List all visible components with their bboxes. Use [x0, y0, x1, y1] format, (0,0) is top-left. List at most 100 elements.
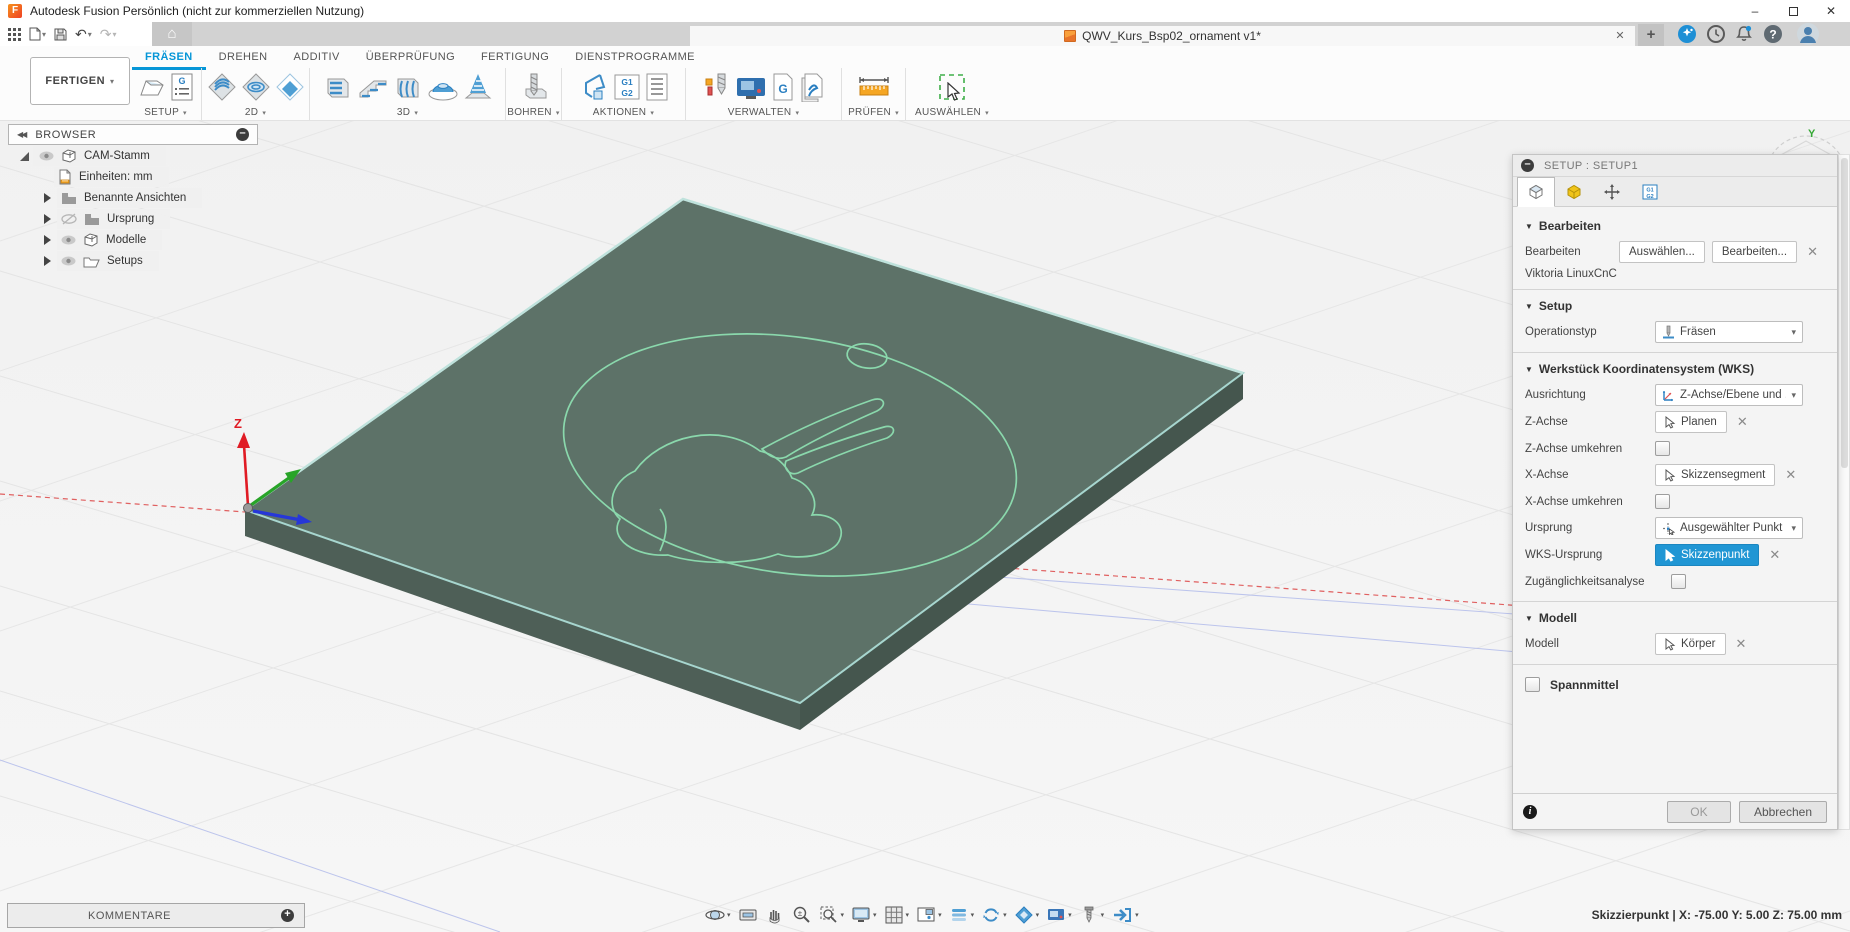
visibility-eye-icon[interactable]	[61, 256, 76, 266]
look-at-button[interactable]	[736, 905, 760, 925]
collapsed-caret-icon[interactable]	[44, 256, 51, 266]
pan-button[interactable]	[763, 905, 787, 925]
group-pruefen-label[interactable]: PRÜFEN ▾	[848, 107, 899, 120]
2d-pocket-icon[interactable]	[240, 71, 272, 103]
user-avatar[interactable]	[1796, 22, 1816, 42]
minimize-button[interactable]: –	[1736, 0, 1774, 22]
tree-item-modelle[interactable]: Modelle	[8, 230, 258, 250]
dialog-scrollbar-thumb[interactable]	[1841, 158, 1848, 468]
tab-drehen[interactable]: DREHEN	[206, 48, 281, 70]
auswaehlen-button[interactable]: Auswählen...	[1619, 241, 1705, 263]
3d-adaptive-icon[interactable]	[322, 71, 354, 103]
orbit-button[interactable]: ▾	[703, 905, 733, 925]
browser-minus-icon[interactable]: –	[236, 128, 249, 141]
clear-selection-icon[interactable]: ✕	[1785, 467, 1796, 483]
browser-header[interactable]: ◀◀ BROWSER –	[8, 124, 258, 145]
tree-item-ursprung[interactable]: Ursprung	[8, 209, 258, 229]
3d-parallel-icon[interactable]	[392, 71, 424, 103]
document-tab-close-button[interactable]: ✕	[1608, 26, 1632, 46]
section-analysis-button[interactable]: ▾	[1012, 905, 1042, 925]
expanded-caret-icon[interactable]	[20, 152, 29, 161]
group-verwalten-label[interactable]: VERWALTEN ▾	[728, 107, 800, 120]
messen-ruler-icon[interactable]	[856, 72, 892, 102]
new-document-tab-button[interactable]: +	[1638, 24, 1664, 46]
bohren-drill-icon[interactable]	[518, 71, 550, 103]
group-bohren-label[interactable]: BOHREN ▾	[507, 107, 560, 120]
visibility-off-eye-icon[interactable]	[61, 213, 77, 225]
tab-setup[interactable]	[1517, 177, 1555, 207]
2d-contour-icon[interactable]	[274, 71, 306, 103]
tab-dienstprogramme[interactable]: DIENSTPROGRAMME	[562, 48, 708, 70]
section-bearbeiten[interactable]: ▼ Bearbeiten	[1525, 219, 1825, 233]
visibility-eye-icon[interactable]	[61, 235, 76, 245]
help-button[interactable]: ?	[1763, 24, 1783, 44]
section-modell[interactable]: ▼ Modell	[1525, 611, 1825, 625]
zoom-window-button[interactable]: ▾	[817, 905, 847, 925]
refresh-button[interactable]: ▾	[979, 905, 1009, 925]
x-umkehren-checkbox[interactable]	[1655, 494, 1670, 509]
postprocess-g1g2-icon[interactable]: G1G2	[612, 72, 642, 102]
3d-scallop-icon[interactable]	[426, 71, 460, 103]
operationstyp-select[interactable]: Fräsen ▾	[1655, 321, 1803, 343]
clear-selection-icon[interactable]: ✕	[1736, 636, 1747, 652]
modell-button[interactable]: Körper	[1655, 633, 1726, 655]
redo-button[interactable]: ↷ ▾	[98, 22, 119, 46]
tab-fertigung[interactable]: FERTIGUNG	[468, 48, 562, 70]
post-library-icon[interactable]: G	[770, 72, 796, 102]
ok-button[interactable]: OK	[1667, 801, 1731, 823]
job-status-clock-button[interactable]	[1706, 24, 1726, 44]
new-setup-icon[interactable]	[137, 72, 167, 102]
template-library-icon[interactable]	[798, 72, 826, 102]
grid-snap-button[interactable]: ▾	[882, 905, 912, 925]
zugaenglichkeit-checkbox[interactable]	[1671, 574, 1686, 589]
tab-ueberpruefung[interactable]: ÜBERPRÜFUNG	[353, 48, 468, 70]
simulate-icon[interactable]	[578, 71, 610, 103]
notifications-bell-button[interactable]	[1734, 24, 1754, 44]
clear-selection-icon[interactable]: ✕	[1769, 547, 1780, 563]
save-button[interactable]	[52, 22, 69, 46]
tab-post[interactable]: G1G2	[1631, 177, 1669, 207]
tree-item-einheiten[interactable]: Einheiten: mm	[8, 167, 258, 187]
tab-fraesen[interactable]: FRÄSEN	[132, 48, 206, 70]
workspace-switcher-fertigen[interactable]: FERTIGEN ▾	[30, 57, 130, 105]
group-3d-label[interactable]: 3D ▾	[397, 107, 418, 120]
group-aktionen-label[interactable]: AKTIONEN ▾	[593, 107, 654, 120]
visibility-eye-icon[interactable]	[39, 151, 54, 161]
group-setup-label[interactable]: SETUP ▾	[144, 107, 187, 120]
comments-bar[interactable]: KOMMENTARE +	[7, 903, 305, 928]
tab-offsets[interactable]	[1593, 177, 1631, 207]
group-auswaehlen-label[interactable]: AUSWÄHLEN ▾	[915, 107, 989, 120]
zoom-button[interactable]: ±	[790, 905, 814, 925]
display-settings-button[interactable]: ▾	[849, 905, 879, 925]
wks-ursprung-button[interactable]: Skizzenpunkt	[1655, 544, 1759, 566]
z-umkehren-checkbox[interactable]	[1655, 441, 1670, 456]
info-icon[interactable]: i	[1523, 805, 1537, 819]
steps-button[interactable]: ▾	[947, 905, 977, 925]
viewports-button[interactable]: ▾	[914, 905, 944, 925]
tree-item-cam-stamm[interactable]: CAM-Stamm	[8, 146, 258, 166]
tab-additiv[interactable]: ADDITIV	[280, 48, 352, 70]
collapsed-caret-icon[interactable]	[44, 214, 51, 224]
machine-view-button[interactable]: ▾	[1044, 905, 1074, 925]
z-achse-button[interactable]: Planen	[1655, 411, 1727, 433]
file-menu-button[interactable]: ▾	[27, 22, 48, 46]
app-grid-icon[interactable]	[6, 22, 23, 46]
2d-adaptive-icon[interactable]	[206, 71, 238, 103]
collapsed-caret-icon[interactable]	[44, 193, 51, 203]
browser-collapse-icon[interactable]: ◀◀	[17, 130, 25, 139]
maximize-button[interactable]	[1774, 0, 1812, 22]
ausrichtung-select[interactable]: Z-Achse/Ebene und ... ▾	[1655, 384, 1803, 406]
exit-workspace-button[interactable]: ▾	[1109, 905, 1141, 925]
ursprung-select[interactable]: Ausgewählter Punkt ▾	[1655, 517, 1803, 539]
clear-selection-icon[interactable]: ✕	[1737, 414, 1748, 430]
group-2d-label[interactable]: 2D ▾	[245, 107, 266, 120]
dialog-scrollbar[interactable]	[1838, 154, 1850, 830]
home-view-button[interactable]: ⌂	[152, 22, 192, 46]
ncprogram-icon[interactable]: G	[169, 72, 195, 102]
3d-spiral-icon[interactable]	[462, 71, 494, 103]
3d-steps-icon[interactable]	[356, 71, 390, 103]
document-tab[interactable]: QWV_Kurs_Bsp02_ornament v1*	[690, 26, 1635, 46]
undo-button[interactable]: ↶ ▾	[73, 22, 94, 46]
clear-selection-icon[interactable]: ✕	[1807, 244, 1818, 260]
close-button[interactable]: ✕	[1812, 0, 1850, 22]
